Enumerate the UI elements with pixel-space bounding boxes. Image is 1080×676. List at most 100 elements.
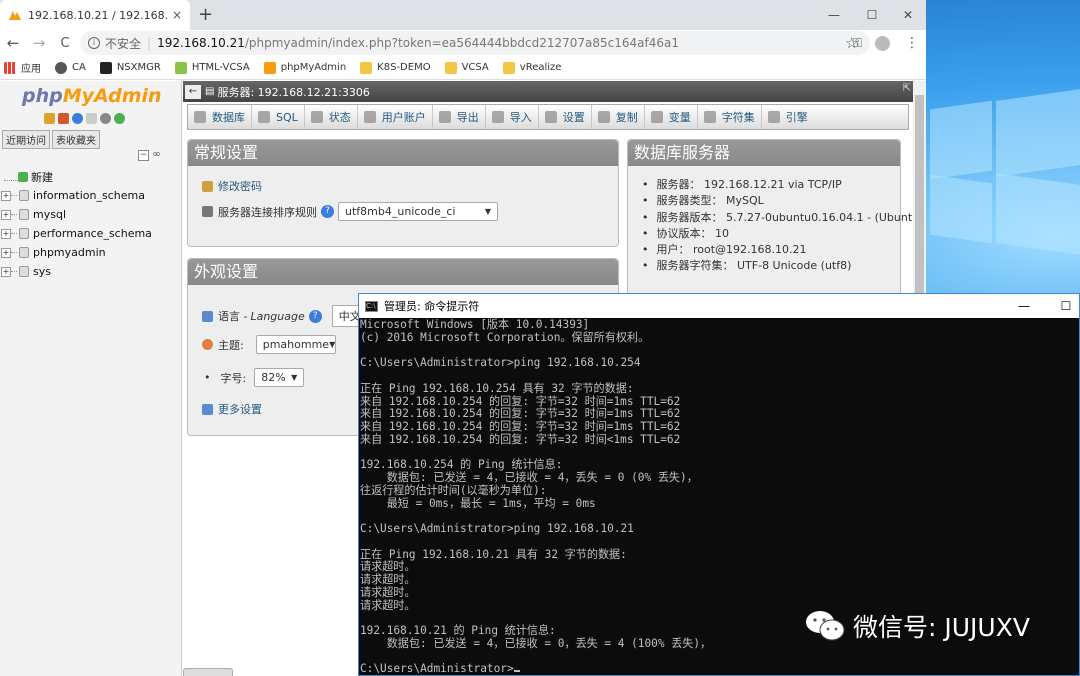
close-window-button[interactable]: ✕ xyxy=(888,0,926,30)
docs-icon[interactable] xyxy=(86,113,97,124)
status-icon xyxy=(310,111,323,123)
url-host: 192.168.10.21 xyxy=(157,36,245,50)
tab-engines[interactable]: 引擎 xyxy=(762,105,814,129)
globe-icon xyxy=(55,61,67,74)
tree-new[interactable]: 新建 xyxy=(0,167,152,186)
theme-select[interactable]: pmahomme ▼ xyxy=(255,335,336,354)
bookmark-vrealize[interactable]: vRealize xyxy=(502,61,561,74)
wrench-icon xyxy=(544,111,557,123)
bullet-icon: • xyxy=(204,371,211,384)
help-icon[interactable]: ? xyxy=(308,309,322,323)
wrench-icon xyxy=(202,403,213,415)
tab-replication[interactable]: 复制 xyxy=(592,105,645,129)
theme-row: 主题: pmahomme ▼ xyxy=(202,335,336,354)
tab-sql[interactable]: SQL xyxy=(252,105,305,129)
tab-variables[interactable]: 变量 xyxy=(645,105,698,129)
change-password-link[interactable]: 修改密码 xyxy=(218,178,262,194)
fontsize-select[interactable]: 82% ▼ xyxy=(254,368,305,387)
expand-icon[interactable]: + xyxy=(1,228,11,239)
bookmark-html-vcsa[interactable]: HTML-VCSA xyxy=(174,61,250,74)
tab-user-accounts[interactable]: 用户账户 xyxy=(358,105,433,129)
scrollbar-thumb[interactable] xyxy=(915,95,924,295)
reload-button[interactable]: C xyxy=(52,36,78,51)
users-icon xyxy=(363,111,376,123)
folder-icon xyxy=(502,61,515,74)
export-icon xyxy=(438,111,451,123)
top-menu: 数据库 SQL 状态 用户账户 导出 导入 设置 复制 变量 字符集 引擎 xyxy=(187,104,909,130)
collation-row: 服务器连接排序规则 ? utf8mb4_unicode_ci ▼ xyxy=(202,202,498,221)
cmd-title-bar[interactable]: C:\ 管理员: 命令提示符 — ☐ xyxy=(359,294,1079,318)
expand-icon[interactable]: + xyxy=(1,247,11,258)
bookmark-vcsa[interactable]: VCSA xyxy=(444,61,489,74)
tree-db-sys[interactable]: + sys xyxy=(0,262,152,281)
database-icon xyxy=(194,111,206,123)
expand-icon[interactable]: + xyxy=(1,190,11,201)
link-icon[interactable]: ∞ xyxy=(152,149,160,160)
nav-tabs: 近期访问 表收藏夹 xyxy=(2,130,102,149)
database-server-panel: 数据库服务器 服务器： 192.168.12.21 via TCP/IP 服务器… xyxy=(627,139,923,299)
database-icon xyxy=(19,190,29,201)
bookmark-phpmyadmin[interactable]: phpMyAdmin xyxy=(263,61,346,74)
reload-icon[interactable] xyxy=(114,113,125,124)
more-settings-link[interactable]: 更多设置 xyxy=(218,401,262,417)
tree-db-phpmyadmin[interactable]: + phpmyadmin xyxy=(0,243,152,262)
bookmark-nsxmgr[interactable]: NSXMGR xyxy=(99,61,161,74)
tree-db-mysql[interactable]: + mysql xyxy=(0,205,152,224)
tab-databases[interactable]: 数据库 xyxy=(188,105,252,129)
recent-tab[interactable]: 近期访问 xyxy=(2,130,50,149)
new-tab-button[interactable]: + xyxy=(198,4,213,25)
cmd-minimize-button[interactable]: — xyxy=(1007,294,1041,318)
database-icon xyxy=(19,228,29,239)
forward-button[interactable]: → xyxy=(26,34,52,52)
server-info-item: 用户： root@192.168.10.21 xyxy=(642,241,923,257)
maximize-button[interactable]: ☐ xyxy=(852,0,892,30)
help-icon[interactable] xyxy=(72,113,83,124)
home-icon[interactable] xyxy=(44,113,55,124)
tree-db-performance-schema[interactable]: + performance_schema xyxy=(0,224,152,243)
gear-icon[interactable] xyxy=(100,113,111,124)
back-arrow-icon[interactable]: ← xyxy=(185,84,201,99)
expand-icon[interactable]: + xyxy=(1,266,11,277)
bookmark-k8s-demo[interactable]: K8S-DEMO xyxy=(360,61,431,74)
profile-avatar[interactable] xyxy=(875,36,890,51)
nsx-icon xyxy=(99,61,112,74)
minimize-button[interactable]: — xyxy=(814,0,854,30)
tab-import[interactable]: 导入 xyxy=(486,105,539,129)
engine-icon xyxy=(767,111,780,123)
expand-icon[interactable]: + xyxy=(1,209,11,220)
collapse-arrows-icon[interactable]: ⇱ xyxy=(903,83,911,94)
collapse-all-icon[interactable]: − xyxy=(138,150,149,161)
tree-db-information-schema[interactable]: + information_schema xyxy=(0,186,152,205)
help-icon[interactable]: ? xyxy=(321,205,334,218)
tab-close-icon[interactable]: × xyxy=(172,8,182,22)
back-button[interactable]: ← xyxy=(0,34,26,52)
server-info-item: 服务器类型： MySQL xyxy=(642,192,923,208)
address-bar[interactable]: i 不安全 | 192.168.10.21/phpmyadmin/index.p… xyxy=(80,31,870,55)
fontsize-row: • 字号: 82% ▼ xyxy=(204,368,305,387)
collation-select[interactable]: utf8mb4_unicode_ci ▼ xyxy=(338,202,498,221)
bookmark-ca[interactable]: CA xyxy=(55,61,86,74)
bookmark-apps[interactable]: 应用 xyxy=(4,60,41,75)
text-cursor xyxy=(513,670,520,673)
bookmark-star-icon[interactable]: ☆ xyxy=(845,34,858,52)
language-label: 语言 - xyxy=(218,310,248,323)
console-tab[interactable] xyxy=(183,668,233,676)
database-tree: 新建 + information_schema + mysql + performan… xyxy=(0,167,152,281)
general-settings-panel: 常规设置 修改密码 服务器连接排序规则 ? utf8mb4_unicode_ci… xyxy=(187,139,619,247)
server-label[interactable]: 服务器: 192.168.12.21:3306 xyxy=(217,84,369,100)
tab-settings[interactable]: 设置 xyxy=(539,105,592,129)
url-path: /phpmyadmin/index.php?token=ea564444bbdc… xyxy=(244,36,680,50)
tab-status[interactable]: 状态 xyxy=(305,105,358,129)
watermark-text: 微信号: JUJUXV xyxy=(853,613,1030,642)
logout-icon[interactable] xyxy=(58,113,69,124)
nav-icon-row xyxy=(44,113,125,124)
browser-tab[interactable]: 192.168.10.21 / 192.168.12.21 × xyxy=(0,0,190,30)
phpmyadmin-logo[interactable]: phpMyAdmin xyxy=(22,85,162,107)
info-icon[interactable]: i xyxy=(88,37,100,49)
replication-icon xyxy=(597,111,610,123)
favorites-tab[interactable]: 表收藏夹 xyxy=(52,130,100,149)
tab-charsets[interactable]: 字符集 xyxy=(698,105,762,129)
cmd-maximize-button[interactable]: ☐ xyxy=(1049,294,1080,318)
tab-export[interactable]: 导出 xyxy=(433,105,486,129)
browser-menu-icon[interactable]: ⋮ xyxy=(905,35,919,51)
